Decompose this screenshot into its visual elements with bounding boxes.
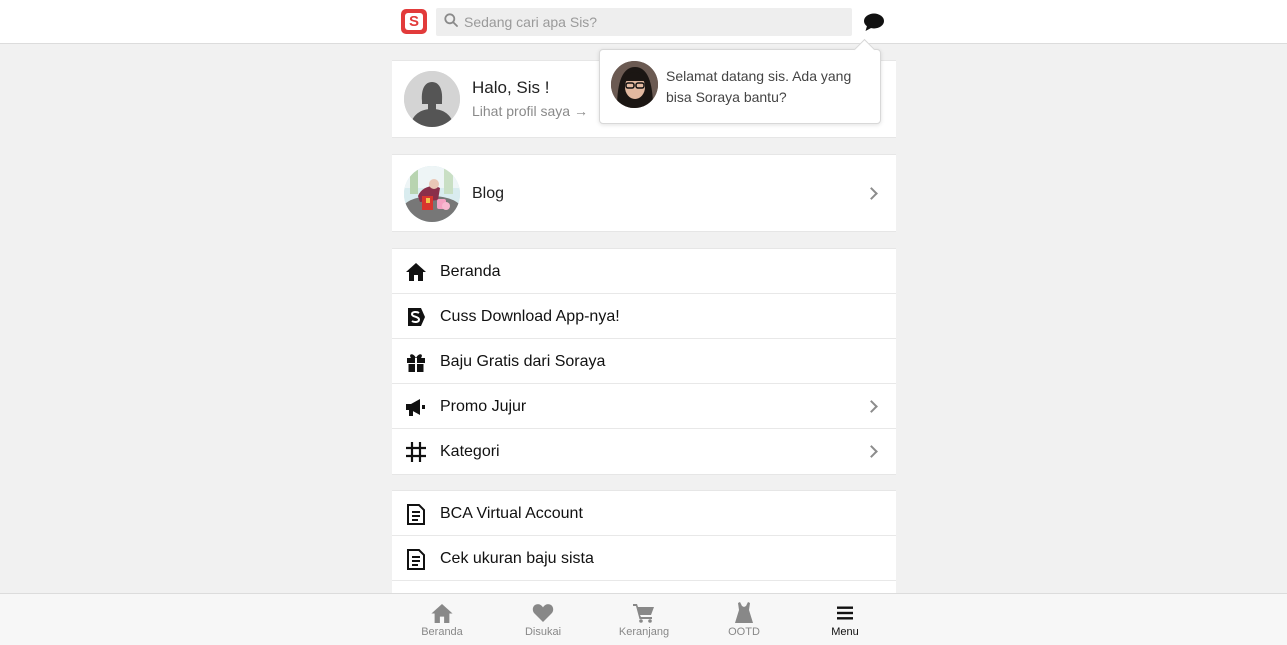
hamburger-icon xyxy=(833,602,857,624)
blog-label: Blog xyxy=(472,185,505,202)
logo-letter: S xyxy=(405,13,423,30)
blog-thumbnail xyxy=(404,166,460,222)
menu-item-label: Cek ukuran baju sista xyxy=(440,550,594,567)
menu-item-promo[interactable]: Promo Jujur xyxy=(392,384,896,429)
hashtag-icon xyxy=(405,441,427,463)
nav-tab-beranda[interactable]: Beranda xyxy=(392,594,492,645)
chat-icon[interactable] xyxy=(862,11,886,33)
home-icon xyxy=(405,261,427,283)
soraya-logo[interactable]: S xyxy=(401,9,427,34)
chevron-right-icon xyxy=(865,445,878,458)
main-menu: Beranda Cuss Download App-nya! Baju Grat… xyxy=(392,248,896,475)
view-profile-link[interactable]: Lihat profil saya → xyxy=(472,103,588,119)
blog-card[interactable]: Blog xyxy=(392,154,896,232)
megaphone-icon xyxy=(405,396,427,418)
search-icon xyxy=(444,12,458,32)
tooltip-message: Selamat datang sis. Ada yang bisa Soraya… xyxy=(666,68,852,105)
bottom-nav: Beranda Disukai Keranjang OOTD Menu xyxy=(0,593,1287,645)
document-icon xyxy=(405,548,427,570)
profile-greeting: Halo, Sis ! xyxy=(472,78,550,97)
heart-icon xyxy=(531,602,555,624)
search-bar[interactable] xyxy=(436,8,852,36)
cart-icon xyxy=(632,602,656,624)
chat-welcome-tooltip[interactable]: Selamat datang sis. Ada yang bisa Soraya… xyxy=(599,49,881,124)
menu-item-bca-virtual-account[interactable]: BCA Virtual Account xyxy=(392,491,896,536)
menu-item-beranda[interactable]: Beranda xyxy=(392,249,896,294)
info-menu: BCA Virtual Account Cek ukuran baju sist… xyxy=(392,490,896,594)
menu-item-label: Cuss Download App-nya! xyxy=(440,308,620,325)
avatar[interactable] xyxy=(404,71,460,127)
chevron-right-icon xyxy=(865,400,878,413)
menu-item-label: BCA Virtual Account xyxy=(440,505,583,522)
menu-item-download-app[interactable]: Cuss Download App-nya! xyxy=(392,294,896,339)
menu-item-label: Promo Jujur xyxy=(440,398,527,415)
menu-item-free-clothes[interactable]: Baju Gratis dari Soraya xyxy=(392,339,896,384)
document-icon xyxy=(405,503,427,525)
nav-tab-menu[interactable]: Menu xyxy=(795,594,895,645)
gift-icon xyxy=(405,351,427,373)
top-bar: S xyxy=(0,0,1287,44)
nav-tab-label: Beranda xyxy=(421,626,463,638)
nav-tab-disukai[interactable]: Disukai xyxy=(493,594,593,645)
nav-tab-ootd[interactable]: OOTD xyxy=(694,594,794,645)
nav-tab-keranjang[interactable]: Keranjang xyxy=(594,594,694,645)
menu-item-size-check[interactable]: Cek ukuran baju sista xyxy=(392,536,896,581)
dress-icon xyxy=(732,602,756,624)
home-icon xyxy=(430,602,454,624)
menu-item-label: Kategori xyxy=(440,443,500,460)
soraya-app-icon xyxy=(405,306,427,328)
nav-tab-label: Menu xyxy=(831,626,859,638)
nav-tab-label: Disukai xyxy=(524,626,562,638)
search-input[interactable] xyxy=(464,14,844,30)
chevron-right-icon xyxy=(865,187,878,200)
nav-tab-label: Keranjang xyxy=(618,626,670,638)
menu-item-label: Beranda xyxy=(440,263,501,280)
menu-item-label: Baju Gratis dari Soraya xyxy=(440,353,606,370)
menu-item-kategori[interactable]: Kategori xyxy=(392,429,896,474)
nav-tab-label: OOTD xyxy=(728,626,760,638)
assistant-avatar xyxy=(611,61,658,108)
